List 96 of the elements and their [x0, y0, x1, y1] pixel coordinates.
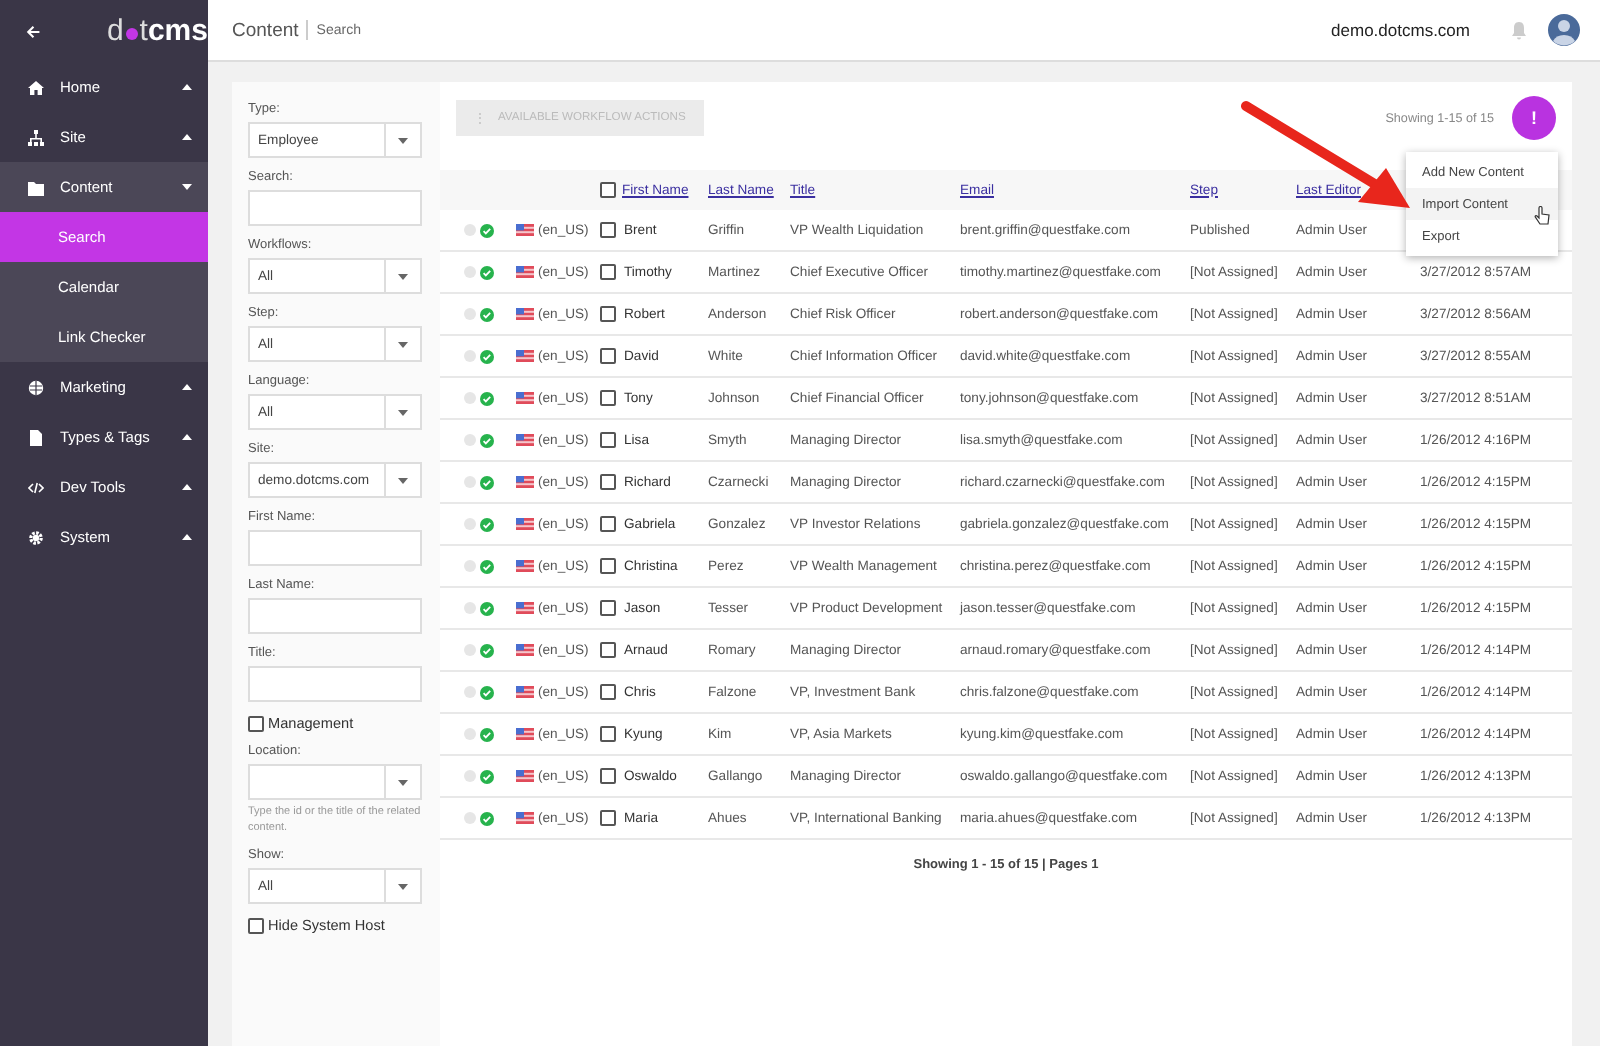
actions-button[interactable]: ! — [1512, 96, 1556, 140]
caret-icon — [398, 137, 408, 143]
flag-icon — [516, 350, 534, 362]
status-dot — [464, 392, 476, 404]
status-dot — [464, 224, 476, 236]
status-dot — [464, 476, 476, 488]
status-dot — [464, 686, 476, 698]
check-circle-icon — [480, 265, 494, 279]
caret-icon — [182, 84, 192, 90]
caret-icon — [398, 409, 408, 415]
check-circle-icon — [480, 643, 494, 657]
row-checkbox[interactable] — [600, 726, 616, 742]
input-field[interactable] — [248, 190, 422, 226]
caret-icon — [398, 273, 408, 279]
row-checkbox[interactable] — [600, 642, 616, 658]
check-circle-icon — [480, 727, 494, 741]
row-checkbox[interactable] — [600, 516, 616, 532]
flag-icon — [516, 686, 534, 698]
flag-icon — [516, 644, 534, 656]
check-circle-icon — [480, 685, 494, 699]
status-dot — [464, 812, 476, 824]
logo[interactable]: d tcms — [106, 16, 208, 46]
check-circle-icon — [480, 811, 494, 825]
status-dot — [464, 770, 476, 782]
flag-icon — [516, 434, 534, 446]
row-checkbox[interactable] — [600, 264, 616, 280]
input-field[interactable] — [248, 666, 422, 702]
check-circle-icon — [480, 223, 494, 237]
check-circle-icon — [480, 349, 494, 363]
file-icon — [28, 429, 44, 445]
globe-icon — [28, 379, 44, 395]
flag-icon — [516, 308, 534, 320]
flag-icon — [516, 602, 534, 614]
row-checkbox[interactable] — [600, 810, 616, 826]
check-circle-icon — [480, 433, 494, 447]
caret-icon — [398, 477, 408, 483]
back-arrow-icon[interactable] — [26, 21, 41, 41]
folder-icon — [28, 179, 44, 195]
caret-icon — [182, 184, 192, 190]
check-circle-icon — [480, 391, 494, 405]
status-dot — [464, 560, 476, 572]
flag-icon — [516, 728, 534, 740]
home-icon — [28, 79, 44, 95]
checkbox[interactable] — [248, 715, 264, 731]
row-checkbox[interactable] — [600, 768, 616, 784]
status-dot — [464, 266, 476, 278]
row-checkbox[interactable] — [600, 432, 616, 448]
check-circle-icon — [480, 559, 494, 573]
row-checkbox[interactable] — [600, 348, 616, 364]
site-name[interactable]: demo.dotcms.com — [1331, 20, 1470, 40]
avatar-icon[interactable] — [1548, 14, 1580, 46]
gear-icon — [28, 529, 44, 545]
flag-icon — [516, 812, 534, 824]
code-icon — [28, 479, 44, 495]
status-dot — [464, 308, 476, 320]
flag-icon — [516, 770, 534, 782]
checkbox[interactable] — [248, 917, 264, 934]
input-field[interactable] — [248, 598, 422, 634]
row-checkbox[interactable] — [600, 558, 616, 574]
status-dot — [464, 602, 476, 614]
check-circle-icon — [480, 517, 494, 531]
caret-icon — [182, 134, 192, 140]
status-dot — [464, 350, 476, 362]
check-circle-icon — [480, 307, 494, 321]
flag-icon — [516, 392, 534, 404]
caret-icon — [398, 883, 408, 890]
caret-icon — [182, 434, 192, 440]
flag-icon — [516, 476, 534, 488]
check-circle-icon — [480, 475, 494, 489]
check-circle-icon — [480, 769, 494, 783]
dropdown-field[interactable] — [248, 764, 422, 800]
status-dot — [464, 518, 476, 530]
caret-icon — [182, 534, 192, 540]
flag-icon — [516, 518, 534, 530]
input-field[interactable] — [248, 530, 422, 566]
caret-icon — [398, 779, 408, 785]
row-checkbox[interactable] — [600, 390, 616, 406]
caret-icon — [182, 384, 192, 390]
row-checkbox[interactable] — [600, 306, 616, 322]
row-checkbox[interactable] — [600, 684, 616, 700]
flag-icon — [516, 560, 534, 572]
caret-icon — [182, 484, 192, 490]
flag-icon — [516, 224, 534, 236]
status-dot — [464, 434, 476, 446]
row-checkbox[interactable] — [600, 222, 616, 238]
row-checkbox[interactable] — [600, 600, 616, 616]
status-dot — [464, 728, 476, 740]
status-dot — [464, 644, 476, 656]
hand-cursor-icon — [1534, 206, 1550, 226]
sitemap-icon — [28, 129, 44, 145]
breadcrumb-section[interactable]: Content — [232, 19, 299, 41]
caret-icon — [398, 341, 408, 347]
flag-icon — [516, 266, 534, 278]
row-checkbox[interactable] — [600, 474, 616, 490]
check-circle-icon — [480, 601, 494, 615]
select-all-checkbox[interactable] — [600, 182, 616, 198]
